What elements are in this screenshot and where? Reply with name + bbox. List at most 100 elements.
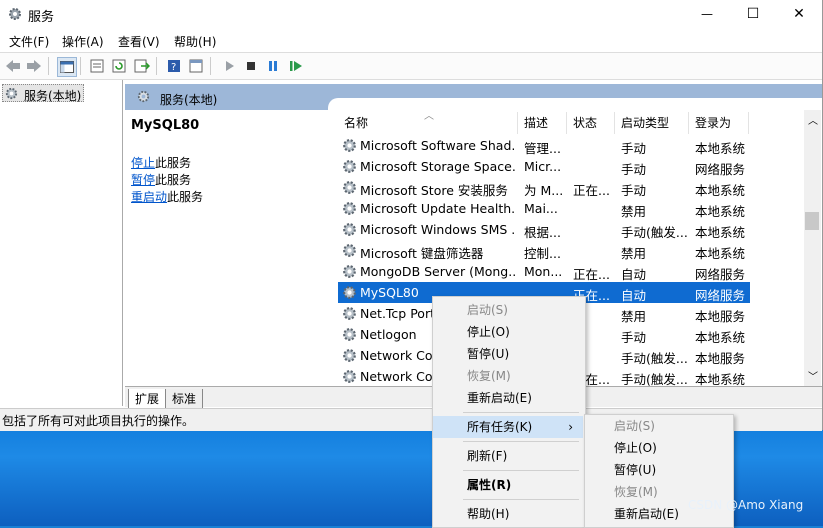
pane-header-title: 服务(本地) — [160, 93, 218, 107]
link-suffix: 此服务 — [155, 173, 192, 187]
properties-icon — [90, 59, 104, 73]
minimize-button[interactable]: — — [684, 0, 730, 28]
menu-item-label: 属性(R) — [467, 478, 512, 492]
sort-ascending-icon: ︿ — [424, 111, 434, 122]
column-header-startup-type[interactable]: 启动类型 — [621, 114, 669, 131]
service-row[interactable]: Microsoft Update Health... Mai... 禁用 本地系统 — [338, 198, 804, 219]
startup-type-cell: 手动 — [621, 141, 647, 156]
ctx-help-menu-item[interactable]: 帮助(H) — [433, 503, 583, 525]
description-cell: Mon... — [524, 264, 563, 279]
toolbar-separator — [156, 57, 157, 75]
show-hide-tree-button[interactable] — [57, 57, 77, 77]
column-divider[interactable] — [688, 112, 689, 134]
column-divider[interactable] — [566, 112, 567, 134]
column-divider[interactable] — [748, 112, 749, 134]
show-console-button[interactable] — [187, 57, 205, 75]
service-name-cell: MongoDB Server (Mong... — [360, 264, 516, 279]
description-cell: Mai... — [524, 201, 558, 216]
maximize-button[interactable]: ☐ — [730, 0, 776, 28]
startup-type-cell: 手动 — [621, 183, 647, 198]
close-button[interactable]: ✕ — [776, 0, 822, 28]
menu-item-label: 刷新(F) — [467, 449, 508, 463]
menu-item-label: 所有任务(K) — [467, 420, 533, 434]
pause-service-line: 暂停此服务 — [131, 171, 191, 188]
restart-service-link[interactable]: 重启动 — [131, 190, 167, 204]
ctx-properties-menu-item[interactable]: 属性(R) — [433, 474, 583, 496]
tab-standard[interactable]: 标准 — [165, 389, 204, 409]
sub-stop-menu-item[interactable]: 停止(O) — [585, 437, 731, 459]
ctx-refresh-menu-item[interactable]: 刷新(F) — [433, 445, 583, 467]
stop-service-link[interactable]: 停止 — [131, 156, 155, 170]
ctx-all-tasks-menu-item[interactable]: 所有任务(K) › — [433, 416, 583, 438]
ctx-resume-menu-item: 恢复(M) — [433, 365, 583, 387]
pause-service-button[interactable] — [264, 57, 282, 75]
help-book-icon: ? — [168, 60, 180, 73]
service-row[interactable]: Microsoft Storage Space... Micr... 手动 网络服务 — [338, 156, 804, 177]
help-button[interactable]: ? — [165, 57, 183, 75]
sub-pause-menu-item[interactable]: 暂停(U) — [585, 459, 731, 481]
back-button[interactable] — [4, 57, 22, 75]
log-on-as-cell: 本地系统 — [695, 225, 746, 240]
play-icon — [226, 61, 234, 71]
export-list-button[interactable] — [133, 57, 151, 75]
service-gear-icon — [343, 202, 356, 215]
menu-item-label: 重新启动(E) — [614, 507, 679, 521]
startup-type-cell: 手动(触发... — [621, 225, 687, 240]
refresh-button[interactable] — [110, 57, 128, 75]
description-cell: 为 M... — [524, 183, 564, 198]
column-header-name[interactable]: 名称 — [344, 114, 368, 131]
back-arrow-icon — [6, 60, 20, 72]
toolbar: ? — [0, 52, 822, 80]
service-gear-icon — [343, 223, 356, 236]
service-row[interactable]: MongoDB Server (Mong... Mon... 正在... 自动 网络服务 — [338, 261, 804, 282]
service-row[interactable]: Microsoft 键盘筛选器 控制... 禁用 本地系统 — [338, 240, 804, 261]
service-name-cell: Microsoft 键盘筛选器 — [360, 246, 484, 261]
pause-icon — [269, 61, 277, 71]
service-row[interactable]: Microsoft Software Shad... 管理... 手动 本地系统 — [338, 135, 804, 156]
forward-arrow-icon — [27, 60, 41, 72]
menu-separator — [463, 470, 579, 471]
column-divider[interactable] — [614, 112, 615, 134]
toolbar-separator — [210, 57, 211, 75]
link-suffix: 此服务 — [155, 156, 192, 170]
forward-button[interactable] — [25, 57, 43, 75]
vertical-scrollbar[interactable]: ︿ ﹀ — [804, 110, 821, 386]
log-on-as-cell: 网络服务 — [695, 267, 746, 282]
start-service-button[interactable] — [220, 57, 238, 75]
column-divider[interactable] — [517, 112, 518, 134]
stop-service-button[interactable] — [242, 57, 260, 75]
service-row[interactable]: Microsoft Store 安装服务 为 M... 正在... 手动 本地系统 — [338, 177, 804, 198]
menu-action[interactable]: 操作(A) — [62, 33, 104, 50]
menu-item-label: 恢复(M) — [467, 369, 511, 383]
column-header-description[interactable]: 描述 — [524, 114, 548, 131]
gear-icon — [9, 8, 21, 20]
ctx-pause-menu-item[interactable]: 暂停(U) — [433, 343, 583, 365]
menu-file[interactable]: 文件(F) — [9, 33, 49, 50]
startup-type-cell: 禁用 — [621, 309, 647, 324]
service-row[interactable]: Microsoft Windows SMS ... 根据... 手动(触发... 本地… — [338, 219, 804, 240]
properties-button[interactable] — [88, 57, 106, 75]
service-gear-icon — [343, 139, 356, 152]
startup-type-cell: 手动(触发... — [621, 372, 687, 386]
toolbar-separator — [80, 57, 81, 75]
scroll-down-icon[interactable]: ﹀ — [808, 368, 818, 383]
service-name-cell: Microsoft Store 安装服务 — [360, 183, 508, 198]
restart-service-button[interactable] — [287, 57, 305, 75]
ctx-restart-menu-item[interactable]: 重新启动(E) — [433, 387, 583, 409]
service-gear-icon — [343, 244, 356, 257]
scroll-up-icon[interactable]: ︿ — [808, 112, 818, 127]
title-bar: 服务 — ☐ ✕ — [0, 0, 822, 28]
ctx-start-menu-item: 启动(S) — [433, 299, 583, 321]
scrollbar-thumb[interactable] — [805, 212, 819, 230]
pause-service-link[interactable]: 暂停 — [131, 173, 155, 187]
column-header-log-on-as[interactable]: 登录为 — [695, 114, 731, 131]
menu-view[interactable]: 查看(V) — [118, 33, 160, 50]
startup-type-cell: 自动 — [621, 267, 647, 282]
tab-extended[interactable]: 扩展 — [128, 389, 167, 409]
menu-help[interactable]: 帮助(H) — [174, 33, 216, 50]
ctx-stop-menu-item[interactable]: 停止(O) — [433, 321, 583, 343]
menu-item-label: 停止(O) — [467, 325, 510, 339]
description-cell: 控制... — [524, 246, 561, 261]
service-name-title: MySQL80 — [131, 118, 200, 133]
column-header-status[interactable]: 状态 — [573, 114, 597, 131]
